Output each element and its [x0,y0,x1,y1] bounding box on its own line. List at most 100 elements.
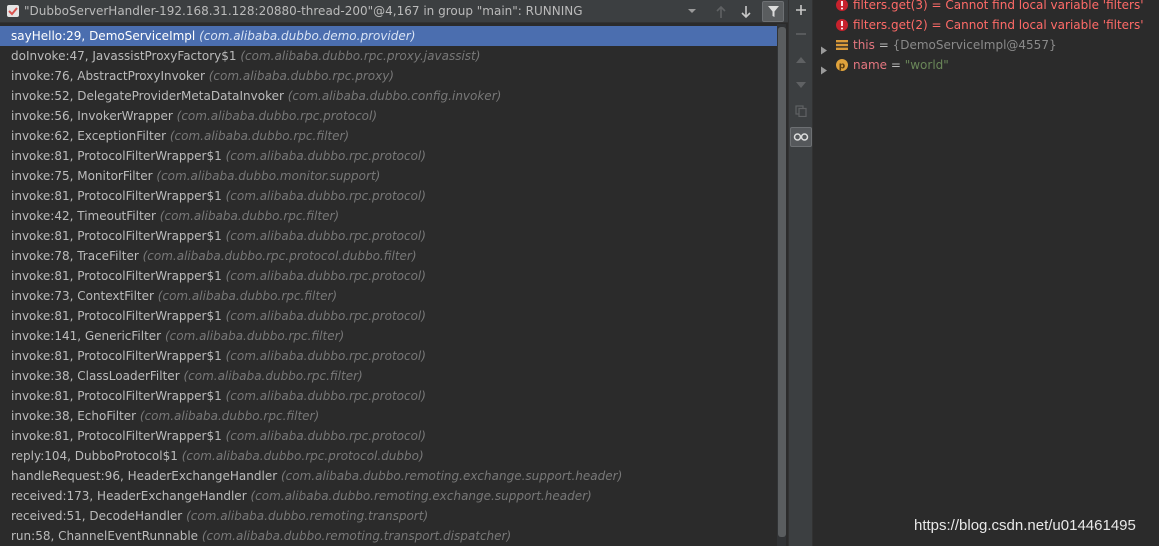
error-message: Cannot find local variable 'filters' [945,0,1144,12]
chevron-down-icon[interactable] [686,6,698,16]
frame-method: invoke:81, ProtocolFilterWrapper$1 [11,149,222,163]
frame-package: (com.alibaba.dubbo.rpc.proxy.javassist) [240,49,481,63]
error-icon [835,18,849,32]
move-up-icon[interactable] [790,50,812,70]
frame-package: (com.alibaba.dubbo.rpc.protocol) [225,309,426,323]
stack-frame-row[interactable]: invoke:81, ProtocolFilterWrapper$1 (com.… [0,266,786,286]
frame-package: (com.alibaba.dubbo.demo.provider) [199,29,416,43]
glasses-icon[interactable] [790,127,812,147]
stack-frame-row[interactable]: invoke:81, ProtocolFilterWrapper$1 (com.… [0,146,786,166]
stack-frame-row[interactable]: run:58, ChannelEventRunnable (com.alibab… [0,526,786,546]
frame-method: received:51, DecodeHandler [11,509,183,523]
expand-arrow-icon[interactable] [820,61,828,75]
watch-expression: filters.get(3) [853,0,928,12]
stack-frame-row[interactable]: invoke:62, ExceptionFilter (com.alibaba.… [0,126,786,146]
equals-sign: = [927,18,946,32]
frame-method: invoke:81, ProtocolFilterWrapper$1 [11,269,222,283]
move-down-icon[interactable] [790,75,812,95]
stack-frame-row[interactable]: invoke:42, TimeoutFilter (com.alibaba.du… [0,206,786,226]
stack-frame-row[interactable]: invoke:76, AbstractProxyInvoker (com.ali… [0,66,786,86]
frame-method: run:58, ChannelEventRunnable [11,529,199,543]
frame-method: invoke:81, ProtocolFilterWrapper$1 [11,229,222,243]
frame-method: invoke:81, ProtocolFilterWrapper$1 [11,189,222,203]
frame-method: invoke:81, ProtocolFilterWrapper$1 [11,389,222,403]
frames-panel: "DubboServerHandler-192.168.31.128:20880… [0,0,788,546]
frame-package: (com.alibaba.dubbo.rpc.protocol.dubbo) [181,449,424,463]
frame-package: (com.alibaba.dubbo.rpc.protocol) [225,149,426,163]
frame-method: doInvoke:47, JavassistProxyFactory$1 [11,49,237,63]
arrow-up-icon[interactable] [710,1,732,22]
frame-method: sayHello:29, DemoServiceImpl [11,29,196,43]
frame-package: (com.alibaba.dubbo.rpc.filter) [139,409,320,423]
frame-method: handleRequest:96, HeaderExchangeHandler [11,469,278,483]
stack-frame-row[interactable]: invoke:38, ClassLoaderFilter (com.alibab… [0,366,786,386]
frame-method: invoke:38, EchoFilter [11,409,137,423]
filter-icon[interactable] [762,1,784,22]
watermark: https://blog.csdn.net/u014461495 [914,517,1136,534]
frame-package: (com.alibaba.dubbo.remoting.exchange.sup… [250,489,592,503]
error-icon [835,0,849,12]
stack-frame-row[interactable]: invoke:78, TraceFilter (com.alibaba.dubb… [0,246,786,266]
parameter-icon: p [835,58,849,72]
watches-toolbar [789,0,813,546]
variable-value: "world" [904,58,949,72]
stack-frame-row[interactable]: reply:104, DubboProtocol$1 (com.alibaba.… [0,446,786,466]
stack-frame-row[interactable]: invoke:81, ProtocolFilterWrapper$1 (com.… [0,346,786,366]
equals-sign: = [887,58,905,72]
stack-frame-row[interactable]: invoke:81, ProtocolFilterWrapper$1 (com.… [0,186,786,206]
frame-method: invoke:62, ExceptionFilter [11,129,167,143]
copy-icon[interactable] [790,101,812,121]
minus-icon[interactable] [790,24,812,44]
frame-package: (com.alibaba.dubbo.rpc.filter) [157,289,338,303]
frame-package: (com.alibaba.dubbo.config.invoker) [287,89,502,103]
stack-frame-row[interactable]: invoke:52, DelegateProviderMetaDataInvok… [0,86,786,106]
frame-list: sayHello:29, DemoServiceImpl (com.alibab… [0,26,786,546]
equals-sign: = [927,0,946,12]
stack-frame-row[interactable]: invoke:81, ProtocolFilterWrapper$1 (com.… [0,306,786,326]
stack-frame-row[interactable]: invoke:56, InvokerWrapper (com.alibaba.d… [0,106,786,126]
frame-method: invoke:42, TimeoutFilter [11,209,156,223]
stack-frame-row[interactable]: received:51, DecodeHandler (com.alibaba.… [0,506,786,526]
frame-method: invoke:73, ContextFilter [11,289,154,303]
frame-method: invoke:81, ProtocolFilterWrapper$1 [11,349,222,363]
stack-frame-row[interactable]: invoke:81, ProtocolFilterWrapper$1 (com.… [0,386,786,406]
stack-frame-row[interactable]: handleRequest:96, HeaderExchangeHandler … [0,466,786,486]
variable-name: name [853,58,888,72]
stack-frame-row[interactable]: invoke:75, MonitorFilter (com.alibaba.du… [0,166,786,186]
equals-sign: = [874,38,893,52]
arrow-down-icon[interactable] [735,1,757,22]
stack-frame-row[interactable]: invoke:81, ProtocolFilterWrapper$1 (com.… [0,226,786,246]
stack-frame-row[interactable]: invoke:81, ProtocolFilterWrapper$1 (com.… [0,426,786,446]
stack-frame-row[interactable]: invoke:73, ContextFilter (com.alibaba.du… [0,286,786,306]
frame-method: invoke:38, ClassLoaderFilter [11,369,180,383]
frame-package: (com.alibaba.dubbo.rpc.filter) [159,209,340,223]
frame-package: (com.alibaba.dubbo.remoting.transport) [186,509,429,523]
frame-package: (com.alibaba.dubbo.rpc.protocol) [225,349,426,363]
stack-frame-row[interactable]: doInvoke:47, JavassistProxyFactory$1 (co… [0,46,786,66]
frame-method: reply:104, DubboProtocol$1 [11,449,178,463]
frame-method: received:173, HeaderExchangeHandler [11,489,247,503]
frame-method: invoke:56, InvokerWrapper [11,109,173,123]
scrollbar-thumb[interactable] [778,27,786,537]
stack-frame-row[interactable]: invoke:141, GenericFilter (com.alibaba.d… [0,326,786,346]
svg-text:p: p [839,62,846,72]
thread-selector[interactable]: "DubboServerHandler-192.168.31.128:20880… [0,0,788,23]
stack-frame-row[interactable]: sayHello:29, DemoServiceImpl (com.alibab… [0,26,786,46]
plus-icon[interactable] [790,0,812,20]
frame-package: (com.alibaba.dubbo.rpc.protocol.dubbo.fi… [142,249,417,263]
frame-package: (com.alibaba.dubbo.rpc.filter) [164,329,345,343]
watch-expression: filters.get(2) [853,18,928,32]
expand-arrow-icon[interactable] [820,41,828,55]
frame-package: (com.alibaba.dubbo.rpc.protocol) [225,429,426,443]
frame-method: invoke:81, ProtocolFilterWrapper$1 [11,429,222,443]
thread-title: "DubboServerHandler-192.168.31.128:20880… [24,4,583,18]
stack-frame-row[interactable]: invoke:38, EchoFilter (com.alibaba.dubbo… [0,406,786,426]
frame-method: invoke:75, MonitorFilter [11,169,153,183]
frame-package: (com.alibaba.dubbo.rpc.proxy) [208,69,394,83]
variables-panel: filters.get(3) = Cannot find local varia… [814,0,1159,546]
frame-package: (com.alibaba.dubbo.rpc.protocol) [225,189,426,203]
stack-frame-row[interactable]: received:173, HeaderExchangeHandler (com… [0,486,786,506]
frame-method: invoke:76, AbstractProxyInvoker [11,69,205,83]
error-message: Cannot find local variable 'filters' [945,18,1144,32]
frame-package: (com.alibaba.dubbo.remoting.transport.di… [201,529,512,543]
